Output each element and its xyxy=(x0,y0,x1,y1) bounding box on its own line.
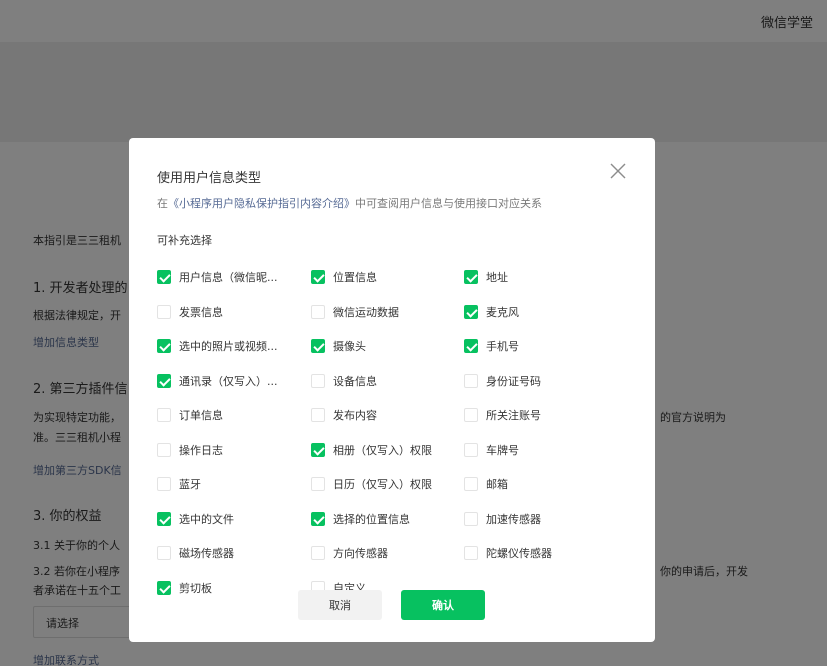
checkbox-checked-icon[interactable] xyxy=(464,339,478,353)
option-item[interactable]: 订单信息 xyxy=(157,406,223,424)
checkbox-unchecked-icon[interactable] xyxy=(157,442,171,457)
option-item[interactable]: 麦克风 xyxy=(464,303,519,321)
option-item[interactable]: 选择的位置信息 xyxy=(311,510,410,528)
checkbox-checked-icon[interactable] xyxy=(464,304,478,319)
option-item[interactable]: 通讯录（仅写入）... xyxy=(157,372,278,390)
option-label: 车牌号 xyxy=(486,443,519,457)
option-item[interactable]: 加速传感器 xyxy=(464,510,541,528)
option-label: 剪切板 xyxy=(179,581,212,595)
option-item[interactable]: 方向传感器 xyxy=(311,544,388,562)
option-item[interactable]: 选中的照片或视频... xyxy=(157,337,278,355)
option-label: 手机号 xyxy=(486,340,519,353)
option-item[interactable]: 陀螺仪传感器 xyxy=(464,544,552,562)
checkbox-unchecked-icon[interactable] xyxy=(464,546,478,560)
option-item[interactable]: 微信运动数据 xyxy=(311,303,399,321)
option-item[interactable]: 剪切板 xyxy=(157,579,212,597)
option-label: 蓝牙 xyxy=(179,478,201,491)
option-item[interactable]: 所关注账号 xyxy=(464,406,541,424)
option-item[interactable]: 位置信息 xyxy=(311,268,377,286)
option-label: 微信运动数据 xyxy=(333,305,399,319)
checkbox-unchecked-icon[interactable] xyxy=(311,477,325,491)
option-item[interactable]: 日历（仅写入）权限 xyxy=(311,475,432,493)
option-label: 订单信息 xyxy=(179,409,223,422)
option-item[interactable]: 身份证号码 xyxy=(464,372,541,390)
option-label: 加速传感器 xyxy=(486,512,541,526)
privacy-guide-link[interactable]: 《小程序用户隐私保护指引内容介绍》 xyxy=(168,197,355,210)
checkbox-checked-icon[interactable] xyxy=(157,270,171,284)
cancel-button[interactable]: 取消 xyxy=(298,590,382,620)
option-item[interactable]: 邮箱 xyxy=(464,475,508,493)
option-label: 方向传感器 xyxy=(333,547,388,560)
checkbox-checked-icon[interactable] xyxy=(311,339,325,353)
user-info-type-dialog: 使用用户信息类型 在《小程序用户隐私保护指引内容介绍》中可查阅用户信息与使用接口… xyxy=(129,138,655,642)
section-label: 可补充选择 xyxy=(157,234,212,247)
option-label: 地址 xyxy=(486,271,508,284)
option-label: 选中的文件 xyxy=(179,512,234,526)
option-label: 位置信息 xyxy=(333,271,377,284)
checkbox-unchecked-icon[interactable] xyxy=(157,304,171,319)
checkbox-unchecked-icon[interactable] xyxy=(464,373,478,388)
dialog-title: 使用用户信息类型 xyxy=(157,171,262,186)
close-button[interactable] xyxy=(607,160,629,182)
checkbox-checked-icon[interactable] xyxy=(311,511,325,526)
option-label: 选中的照片或视频... xyxy=(179,340,278,353)
checkbox-unchecked-icon[interactable] xyxy=(464,442,478,457)
checkbox-unchecked-icon[interactable] xyxy=(157,546,171,560)
option-label: 日历（仅写入）权限 xyxy=(333,478,432,491)
checkbox-unchecked-icon[interactable] xyxy=(464,408,478,422)
checkbox-checked-icon[interactable] xyxy=(157,511,171,526)
checkbox-checked-icon[interactable] xyxy=(157,373,171,388)
checkbox-unchecked-icon[interactable] xyxy=(157,477,171,491)
option-label: 磁场传感器 xyxy=(179,547,234,560)
option-item[interactable]: 选中的文件 xyxy=(157,510,234,528)
option-item[interactable]: 车牌号 xyxy=(464,441,519,459)
option-item[interactable]: 摄像头 xyxy=(311,337,366,355)
option-label: 发布内容 xyxy=(333,409,377,422)
desc-prefix: 在 xyxy=(157,197,168,210)
option-label: 用户信息（微信昵... xyxy=(179,271,278,284)
option-item[interactable]: 蓝牙 xyxy=(157,475,201,493)
option-label: 相册（仅写入）权限 xyxy=(333,443,432,457)
option-item[interactable]: 磁场传感器 xyxy=(157,544,234,562)
option-label: 摄像头 xyxy=(333,340,366,353)
option-item[interactable]: 发票信息 xyxy=(157,303,223,321)
option-label: 邮箱 xyxy=(486,478,508,491)
checkbox-checked-icon[interactable] xyxy=(157,580,171,595)
option-label: 麦克风 xyxy=(486,305,519,319)
option-label: 选择的位置信息 xyxy=(333,512,410,526)
option-item[interactable]: 地址 xyxy=(464,268,508,286)
close-icon xyxy=(610,163,626,179)
checkbox-unchecked-icon[interactable] xyxy=(464,511,478,526)
option-item[interactable]: 用户信息（微信昵... xyxy=(157,268,278,286)
option-label: 发票信息 xyxy=(179,305,223,319)
checkbox-unchecked-icon[interactable] xyxy=(157,408,171,422)
option-item[interactable]: 操作日志 xyxy=(157,441,223,459)
checkbox-checked-icon[interactable] xyxy=(464,270,478,284)
checkbox-unchecked-icon[interactable] xyxy=(311,304,325,319)
desc-suffix: 中可查阅用户信息与使用接口对应关系 xyxy=(355,197,542,210)
option-item[interactable]: 设备信息 xyxy=(311,372,377,390)
checkbox-unchecked-icon[interactable] xyxy=(464,477,478,491)
checkbox-unchecked-icon[interactable] xyxy=(311,408,325,422)
option-label: 操作日志 xyxy=(179,443,223,457)
option-label: 所关注账号 xyxy=(486,409,541,422)
checkbox-unchecked-icon[interactable] xyxy=(311,373,325,388)
checkbox-checked-icon[interactable] xyxy=(157,339,171,353)
checkbox-unchecked-icon[interactable] xyxy=(311,546,325,560)
option-label: 通讯录（仅写入）... xyxy=(179,374,278,388)
confirm-button[interactable]: 确认 xyxy=(401,590,485,620)
option-item[interactable]: 手机号 xyxy=(464,337,519,355)
option-label: 陀螺仪传感器 xyxy=(486,547,552,560)
option-label: 身份证号码 xyxy=(486,374,541,388)
option-item[interactable]: 发布内容 xyxy=(311,406,377,424)
dialog-description: 在《小程序用户隐私保护指引内容介绍》中可查阅用户信息与使用接口对应关系 xyxy=(157,195,542,211)
option-item[interactable]: 相册（仅写入）权限 xyxy=(311,441,432,459)
checkbox-checked-icon[interactable] xyxy=(311,270,325,284)
option-label: 设备信息 xyxy=(333,374,377,388)
checkbox-checked-icon[interactable] xyxy=(311,442,325,457)
